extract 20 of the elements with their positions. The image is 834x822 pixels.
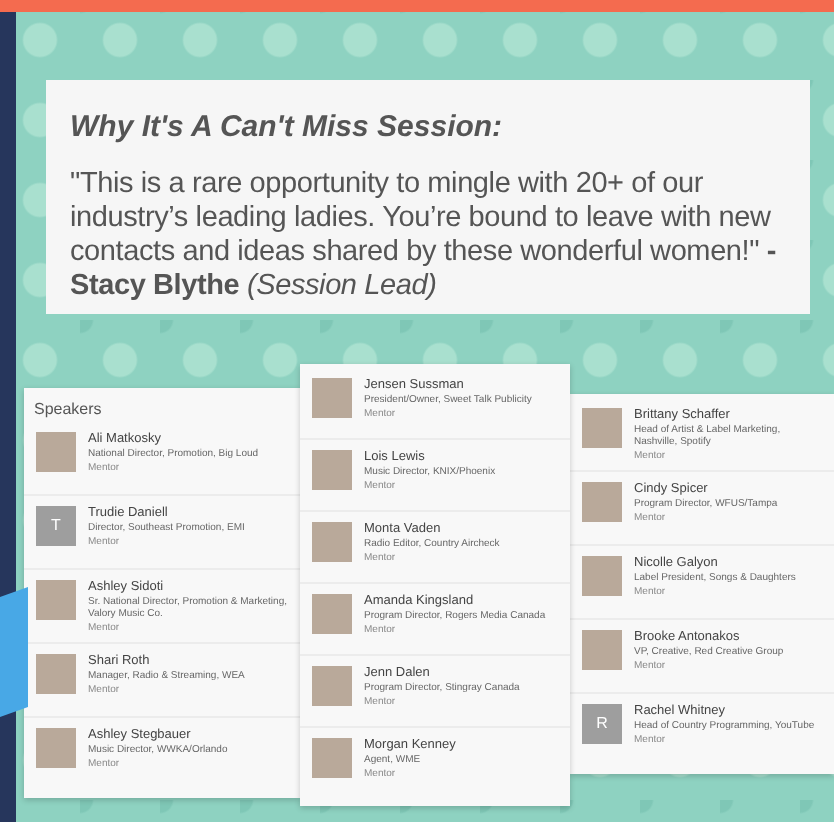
photo-placeholder [312,377,352,418]
ribbon-shape [0,586,28,718]
photo-placeholder [36,653,76,694]
photo-placeholder [312,593,352,634]
photo-placeholder [582,407,622,448]
photo-placeholder [312,737,352,778]
photo-placeholder [582,629,622,670]
photo-placeholder [582,555,622,596]
photo-placeholder [36,431,76,472]
initial-avatar: T [36,505,76,546]
photo-placeholder [36,727,76,768]
quote-heading: Why It's A Can't Miss Session: [70,110,505,144]
speakers-heading: Speakers [32,397,104,422]
photo-placeholder [312,521,352,562]
photo-placeholder [312,449,352,490]
initial-avatar: R [582,703,622,744]
quote-text: "This is a rare opportunity to mingle with 20+ of our industry’s leading ladies. You’re bound to leave with new contacts and ideas shared by these wonderful women!" - Stacy Blythe (Session Lead) [70,168,779,304]
photo-placeholder [312,665,352,706]
photo-placeholder [582,481,622,522]
photo-placeholder [36,579,76,620]
